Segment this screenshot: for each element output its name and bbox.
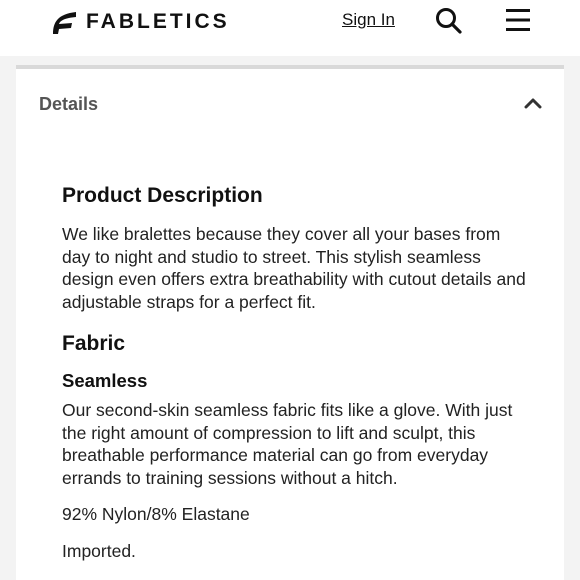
fabric-type-heading: Seamless — [62, 370, 148, 391]
product-details-page: FABLETICS Sign In Details Product Descri… — [0, 0, 580, 580]
brand-name: FABLETICS — [86, 10, 230, 33]
search-icon[interactable] — [434, 6, 462, 34]
chevron-up-icon — [524, 98, 542, 109]
origin-text: Imported. — [62, 540, 136, 561]
details-title: Details — [39, 94, 99, 114]
product-description-heading: Product Description — [62, 184, 263, 207]
details-accordion-toggle[interactable]: Details — [16, 69, 564, 141]
fabric-composition: 92% Nylon/8% Elastane — [62, 504, 250, 524]
fabletics-logo-icon — [53, 12, 76, 34]
sign-in-link[interactable]: Sign In — [342, 9, 395, 31]
menu-icon[interactable] — [504, 6, 532, 34]
details-content: Product Description We like bralettes be… — [62, 183, 532, 562]
fabric-description-text: Our second-skin seamless fabric fits lik… — [62, 400, 513, 488]
brand-logo[interactable]: FABLETICS — [50, 6, 230, 38]
site-header: FABLETICS Sign In — [0, 0, 580, 56]
product-description-text: We like bralettes because they cover all… — [62, 224, 526, 312]
fabric-heading: Fabric — [62, 332, 126, 355]
